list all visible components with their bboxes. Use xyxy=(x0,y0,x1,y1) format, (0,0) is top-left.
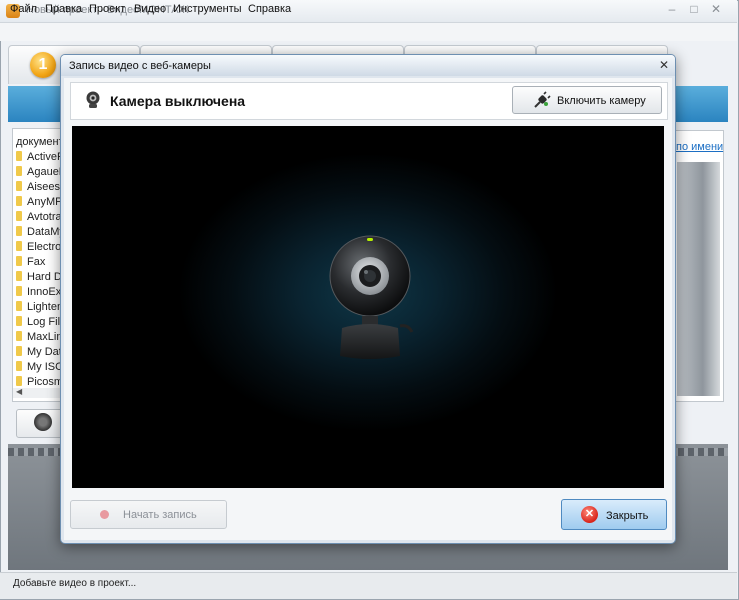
folder-item[interactable]: Log File xyxy=(16,316,66,331)
dialog-title: Запись видео с веб-камеры xyxy=(69,60,211,72)
folder-icon xyxy=(16,211,22,221)
folder-icon xyxy=(16,286,22,296)
menu-help[interactable]: Справка xyxy=(248,3,291,15)
folder-label: Avtotra xyxy=(27,211,62,223)
menu-edit[interactable]: Правка xyxy=(45,3,82,15)
menu-file[interactable]: Файл xyxy=(10,3,37,15)
webcam-icon xyxy=(34,413,52,431)
window-close-button[interactable]: ✕ xyxy=(705,1,727,17)
folder-label: Fax xyxy=(27,256,46,268)
folder-label: ActiveP xyxy=(27,151,65,163)
folder-icon xyxy=(16,271,22,281)
folder-icon xyxy=(16,256,22,266)
sort-by-name-link[interactable]: по имени xyxy=(676,141,723,153)
start-recording-label: Начать запись xyxy=(123,509,197,521)
folder-label: Hard D xyxy=(27,271,62,283)
folder-item[interactable]: Aiseesc xyxy=(16,181,66,196)
enable-camera-label: Включить камеру xyxy=(557,95,646,107)
folder-label: AnyMP xyxy=(27,196,63,208)
folder-item[interactable]: Lighten xyxy=(16,301,63,316)
folder-label: My ISO xyxy=(27,361,64,373)
record-dot-icon xyxy=(100,510,109,519)
close-label: Закрыть xyxy=(606,510,649,522)
folder-icon xyxy=(16,376,22,386)
folder-icon xyxy=(16,181,22,191)
menu-tools[interactable]: Инструменты xyxy=(173,3,242,15)
folder-icon xyxy=(16,346,22,356)
folder-label: InnoExt xyxy=(27,286,65,298)
menu-project[interactable]: Проект xyxy=(89,3,125,15)
folder-item[interactable]: Hard D xyxy=(16,271,62,286)
folder-item[interactable]: ActiveP xyxy=(16,151,64,166)
camera-status-title: Камера выключена xyxy=(110,93,246,109)
folder-icon xyxy=(16,331,22,341)
scroll-left-arrow-icon[interactable]: ◀ xyxy=(16,387,22,396)
menu-video[interactable]: Видео xyxy=(134,3,166,15)
folder-icon xyxy=(16,166,22,176)
folder-item[interactable]: My Dat xyxy=(16,346,62,361)
minimize-button[interactable]: – xyxy=(661,1,683,17)
preview-thumbnail xyxy=(677,162,720,396)
folder-icon xyxy=(16,316,22,326)
folder-label: Picosm xyxy=(27,376,64,388)
folder-item[interactable]: Avtotra xyxy=(16,211,62,226)
menu-bar xyxy=(0,23,737,41)
folder-icon xyxy=(16,151,22,161)
step-number-badge: 1 xyxy=(30,52,56,78)
folder-label: Electro xyxy=(27,241,62,253)
folder-item[interactable]: My ISO xyxy=(16,361,64,376)
webcam-icon xyxy=(86,91,100,108)
folder-item[interactable]: Fax xyxy=(16,256,45,271)
close-icon: ✕ xyxy=(581,506,598,523)
folder-label: Lighten xyxy=(27,301,64,313)
maximize-button[interactable]: □ xyxy=(683,1,705,17)
dialog-close-x-button[interactable]: ✕ xyxy=(656,57,672,73)
plug-icon xyxy=(534,91,551,108)
folder-icon xyxy=(16,196,22,206)
folder-item[interactable]: AnyMP xyxy=(16,196,62,211)
folder-icon xyxy=(16,226,22,236)
folder-icon xyxy=(16,241,22,251)
folder-item[interactable]: InnoExt xyxy=(16,286,64,301)
folder-item[interactable]: Electro xyxy=(16,241,61,256)
folder-label: My Dat xyxy=(27,346,62,358)
folder-item[interactable]: DataMy xyxy=(16,226,65,241)
folder-icon xyxy=(16,301,22,311)
folder-icon xyxy=(16,361,22,371)
folder-item[interactable]: MaxLim xyxy=(16,331,66,346)
status-text: Добавьте видео в проект... xyxy=(13,578,137,589)
folder-item[interactable]: AgaueE xyxy=(16,166,66,181)
webcam-icon xyxy=(329,235,414,359)
